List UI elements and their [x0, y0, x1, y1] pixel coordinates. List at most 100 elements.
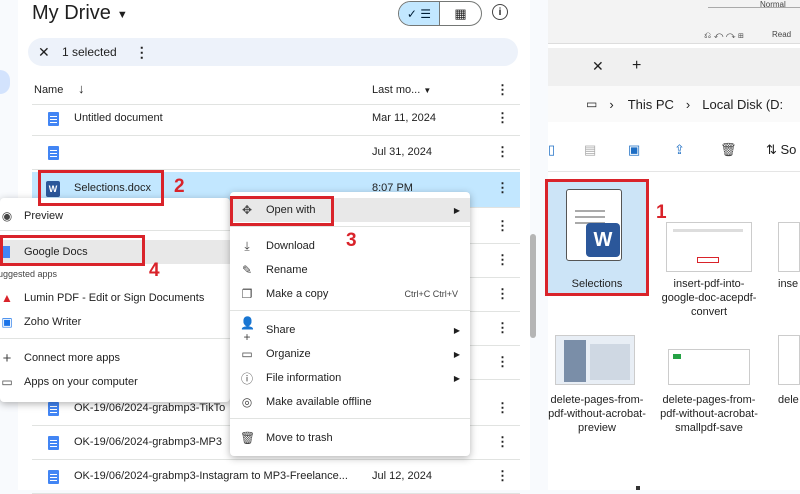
thumb-content [590, 344, 630, 380]
paste-icon[interactable]: ▤ [584, 142, 596, 158]
menu-item-share[interactable]: 👤+ Share ▶ [230, 316, 470, 344]
selection-count: 1 selected [62, 45, 117, 59]
table-row[interactable]: Jul 31, 2024 ⋮ [32, 136, 520, 170]
page-title[interactable]: My Drive ▼ [32, 2, 128, 25]
table-row[interactable]: Untitled document Mar 11, 2024 ⋮ [32, 102, 520, 136]
thumbnail[interactable] [778, 335, 800, 385]
chevron-right-icon: › [685, 96, 691, 112]
read-mode-label[interactable]: Read [772, 30, 791, 39]
more-options-icon[interactable]: ⋮ [496, 218, 509, 234]
grid-view-button[interactable]: ▦ [440, 2, 481, 25]
docs-icon [48, 470, 59, 484]
laptop-icon: ▭ [1, 375, 13, 389]
thumb-content [697, 257, 719, 263]
trash-icon[interactable]: 🗑 [720, 142, 737, 158]
more-options-icon[interactable]: ⋮ [496, 468, 509, 484]
menu-label: Lumin PDF - Edit or Sign Documents [24, 292, 205, 304]
menu-item-file-information[interactable]: ⓘ File information ▶ [230, 366, 470, 390]
menu-item-connect-apps[interactable]: + Connect more apps [0, 346, 230, 370]
thumb-content [673, 354, 681, 359]
shortcut-hint: Ctrl+C Ctrl+V [404, 289, 458, 299]
file-name[interactable]: delete-pages-from-pdf-without-acrobat-pr… [548, 393, 646, 435]
file-name[interactable]: inse [778, 277, 800, 291]
trash-icon: 🗑 [240, 431, 256, 445]
address-bar[interactable]: ▭ › This PC › Local Disk (D: [548, 86, 800, 122]
suggested-apps-label: Suggested apps [0, 269, 58, 279]
menu-item-lumin[interactable]: ▲ Lumin PDF - Edit or Sign Documents [0, 286, 230, 310]
more-actions-icon[interactable]: ⋮ [135, 44, 149, 61]
thumbnail[interactable] [778, 222, 800, 272]
more-options-icon[interactable]: ⋮ [496, 354, 509, 370]
sort-button[interactable]: ⇅ So [766, 142, 796, 158]
docs-icon [48, 402, 59, 416]
rename-icon[interactable]: ▣ [628, 142, 640, 158]
docs-icon [48, 436, 59, 450]
thumbnail[interactable] [668, 349, 750, 385]
close-tab-icon[interactable]: ✕ [592, 58, 604, 75]
menu-label: Make available offline [266, 396, 372, 408]
more-options-icon[interactable]: ⋮ [496, 110, 509, 126]
page-title-text: My Drive [32, 2, 111, 24]
view-toggle: ✓ ☰ ▦ [398, 1, 482, 26]
menu-item-rename[interactable]: ✎ Rename [230, 258, 470, 282]
thumb-content [673, 229, 743, 232]
annotation-box-file [38, 170, 164, 206]
table-row[interactable]: OK-19/06/2024-grabmp3-Instagram to MP3-F… [32, 460, 520, 494]
menu-item-make-available-offline[interactable]: ◎ Make available offline [230, 390, 470, 414]
edit-icon: ✎ [241, 263, 253, 277]
undo-icons[interactable]: ⎌ ↶ ↷ ⊞ [704, 30, 744, 41]
breadcrumb-local-disk[interactable]: Local Disk (D: [702, 97, 783, 112]
column-header-last-modified[interactable]: Last mo... ▼ [372, 84, 431, 96]
sort-arrow-icon[interactable]: ↓ [78, 81, 85, 96]
breadcrumb-this-pc[interactable]: This PC [628, 97, 674, 112]
menu-label: File information [266, 372, 342, 384]
explorer-toolbar: ▯ ▤ ▣ ⇪ 🗑 ⇅ So [548, 130, 800, 172]
docs-icon [48, 112, 59, 126]
more-options-icon[interactable]: ⋮ [496, 434, 509, 450]
more-options-icon[interactable]: ⋮ [496, 180, 509, 196]
folder-icon: ▭ [241, 347, 253, 361]
close-icon[interactable]: ✕ [38, 44, 56, 61]
step-number-3: 3 [346, 230, 357, 251]
menu-label: Connect more apps [24, 352, 120, 364]
menu-item-preview[interactable]: ◉ Preview [0, 204, 230, 228]
caret-down-icon: ▼ [116, 8, 128, 21]
column-modified-label: Last mo... [372, 84, 421, 96]
more-options-icon[interactable]: ⋮ [496, 286, 509, 302]
menu-item-make-a-copy[interactable]: ❐ Make a copy Ctrl+C Ctrl+V [230, 282, 470, 306]
view-mode-label: Normal [760, 0, 786, 9]
column-name-label: Name [34, 84, 64, 96]
more-options-icon[interactable]: ⋮ [496, 252, 509, 268]
column-header-name[interactable]: Name [34, 84, 63, 96]
explorer-tab-bar: ✕ + [548, 48, 800, 86]
file-name[interactable]: delete-pages-from-pdf-without-acrobat-sm… [660, 393, 758, 435]
file-name[interactable]: dele [778, 393, 800, 407]
list-view-button[interactable]: ✓ ☰ [399, 2, 441, 25]
menu-item-zoho[interactable]: ▣ Zoho Writer [0, 310, 230, 334]
more-options-icon[interactable]: ⋮ [496, 400, 509, 416]
column-options-icon[interactable]: ⋮ [496, 82, 509, 98]
menu-item-organize[interactable]: ▭ Organize ▶ [230, 342, 470, 366]
new-tab-icon[interactable]: + [632, 57, 641, 75]
more-options-icon[interactable]: ⋮ [496, 144, 509, 160]
menu-label: Make a copy [266, 288, 329, 300]
copy-icon: ❐ [241, 287, 253, 301]
menu-item-computer-apps[interactable]: ▭ Apps on your computer [0, 370, 230, 394]
share-icon[interactable]: ⇪ [674, 142, 685, 158]
more-options-icon[interactable]: ⋮ [496, 320, 509, 336]
menu-divider [230, 418, 470, 419]
step-number-4: 4 [149, 260, 160, 281]
menu-divider [0, 230, 230, 231]
file-name: OK-19/06/2024-grabmp3-MP3 [74, 436, 222, 448]
thumbnail[interactable] [555, 335, 635, 385]
cut-icon[interactable]: ▯ [548, 142, 555, 158]
file-name: OK-19/06/2024-grabmp3-Instagram to MP3-F… [74, 470, 348, 482]
scrollbar[interactable] [530, 234, 536, 338]
menu-label: Zoho Writer [24, 316, 82, 328]
info-icon[interactable]: i [492, 4, 508, 20]
file-name[interactable]: insert-pdf-into-google-doc-acepdf-conver… [660, 277, 758, 319]
annotation-box-open-with [230, 196, 334, 226]
menu-item-move-to-trash[interactable]: 🗑 Move to trash [230, 426, 470, 450]
plus-icon: + [2, 349, 12, 367]
thumbnail[interactable] [666, 222, 752, 272]
